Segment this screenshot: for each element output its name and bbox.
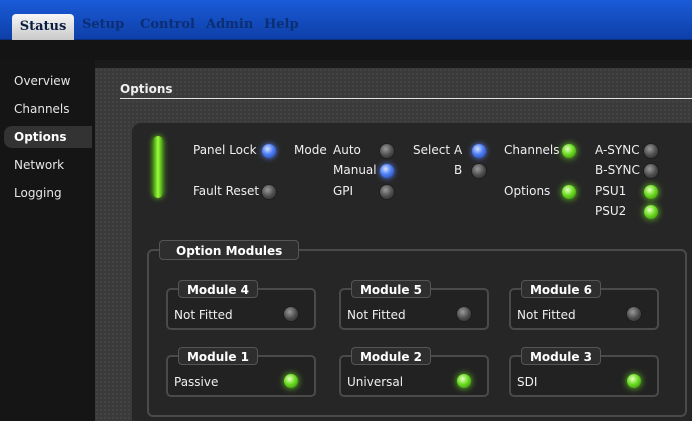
module-2-title: Module 2	[351, 347, 431, 365]
psu2-label: PSU2	[595, 204, 627, 218]
options-panel: Panel Lock Fault Reset Mode Auto Manual …	[131, 122, 692, 421]
tab-control[interactable]: Control	[140, 12, 195, 38]
module-5-led	[457, 307, 471, 321]
module-6-status: Not Fitted	[517, 308, 576, 322]
module-2-led	[457, 374, 471, 388]
tab-status[interactable]: Status	[12, 14, 74, 40]
fault-reset-label: Fault Reset	[193, 184, 260, 198]
option-modules-title: Option Modules	[159, 240, 300, 260]
channels-led	[562, 144, 576, 158]
submenu-bar	[0, 40, 692, 60]
select-a-led[interactable]	[472, 144, 486, 158]
options-led	[562, 185, 576, 199]
module-card-5: Module 5 Not Fitted	[339, 280, 489, 330]
a-sync-led	[644, 144, 658, 158]
psu2-led	[644, 205, 658, 219]
sidebar-item-channels[interactable]: Channels	[4, 98, 92, 120]
module-3-led	[627, 374, 641, 388]
select-a-label: A	[454, 143, 463, 157]
module-1-led	[284, 374, 298, 388]
module-5-title: Module 5	[351, 280, 431, 298]
a-sync-label: A-SYNC	[595, 143, 640, 157]
module-4-led	[284, 307, 298, 321]
sidebar-item-logging[interactable]: Logging	[4, 182, 92, 204]
mode-label: Mode	[294, 143, 327, 157]
module-1-title: Module 1	[178, 347, 258, 365]
module-card-1: Module 1 Passive	[166, 347, 316, 397]
fault-reset-led[interactable]	[262, 185, 276, 199]
options-label: Options	[504, 184, 551, 198]
module-card-2: Module 2 Universal	[339, 347, 489, 397]
mode-gpi-label: GPI	[333, 184, 354, 198]
module-3-title: Module 3	[521, 347, 601, 365]
module-1-status: Passive	[174, 375, 219, 389]
mode-gpi-led[interactable]	[380, 185, 394, 199]
module-2-status: Universal	[347, 375, 404, 389]
module-6-led	[627, 307, 641, 321]
sidebar-item-options[interactable]: Options	[4, 126, 92, 148]
mode-manual-led[interactable]	[380, 164, 394, 178]
main-content: Options Panel Lock Fault Reset Mode Auto…	[95, 68, 692, 421]
tab-help[interactable]: Help	[264, 12, 299, 38]
tab-admin[interactable]: Admin	[206, 12, 253, 38]
select-label: Select	[413, 143, 451, 157]
mode-manual-label: Manual	[333, 163, 377, 177]
select-b-led[interactable]	[472, 164, 486, 178]
panel-lock-led[interactable]	[262, 144, 276, 158]
module-card-3: Module 3 SDI	[509, 347, 659, 397]
b-sync-label: B-SYNC	[595, 163, 640, 177]
status-indicator-bar	[153, 136, 163, 198]
select-b-label: B	[454, 163, 463, 177]
mode-auto-label: Auto	[333, 143, 361, 157]
mode-auto-led[interactable]	[380, 144, 394, 158]
module-card-4: Module 4 Not Fitted	[166, 280, 316, 330]
sidebar: Overview Channels Options Network Loggin…	[0, 60, 95, 421]
psu1-led	[644, 185, 658, 199]
module-6-title: Module 6	[521, 280, 601, 298]
tab-setup[interactable]: Setup	[82, 12, 124, 38]
module-4-status: Not Fitted	[174, 308, 233, 322]
module-5-status: Not Fitted	[347, 308, 406, 322]
page-title: Options	[120, 82, 173, 96]
option-modules-group: Option Modules Module 4 Not Fitted Modul…	[147, 240, 687, 417]
module-4-title: Module 4	[178, 280, 258, 298]
module-card-6: Module 6 Not Fitted	[509, 280, 659, 330]
channels-label: Channels	[504, 143, 560, 157]
b-sync-led	[644, 164, 658, 178]
title-divider	[120, 98, 692, 99]
sidebar-item-network[interactable]: Network	[4, 154, 92, 176]
panel-lock-label: Panel Lock	[193, 143, 257, 157]
psu1-label: PSU1	[595, 184, 627, 198]
module-3-status: SDI	[517, 375, 538, 389]
top-menu-bar: Status Setup Control Admin Help	[0, 0, 692, 40]
sidebar-item-overview[interactable]: Overview	[4, 70, 92, 92]
